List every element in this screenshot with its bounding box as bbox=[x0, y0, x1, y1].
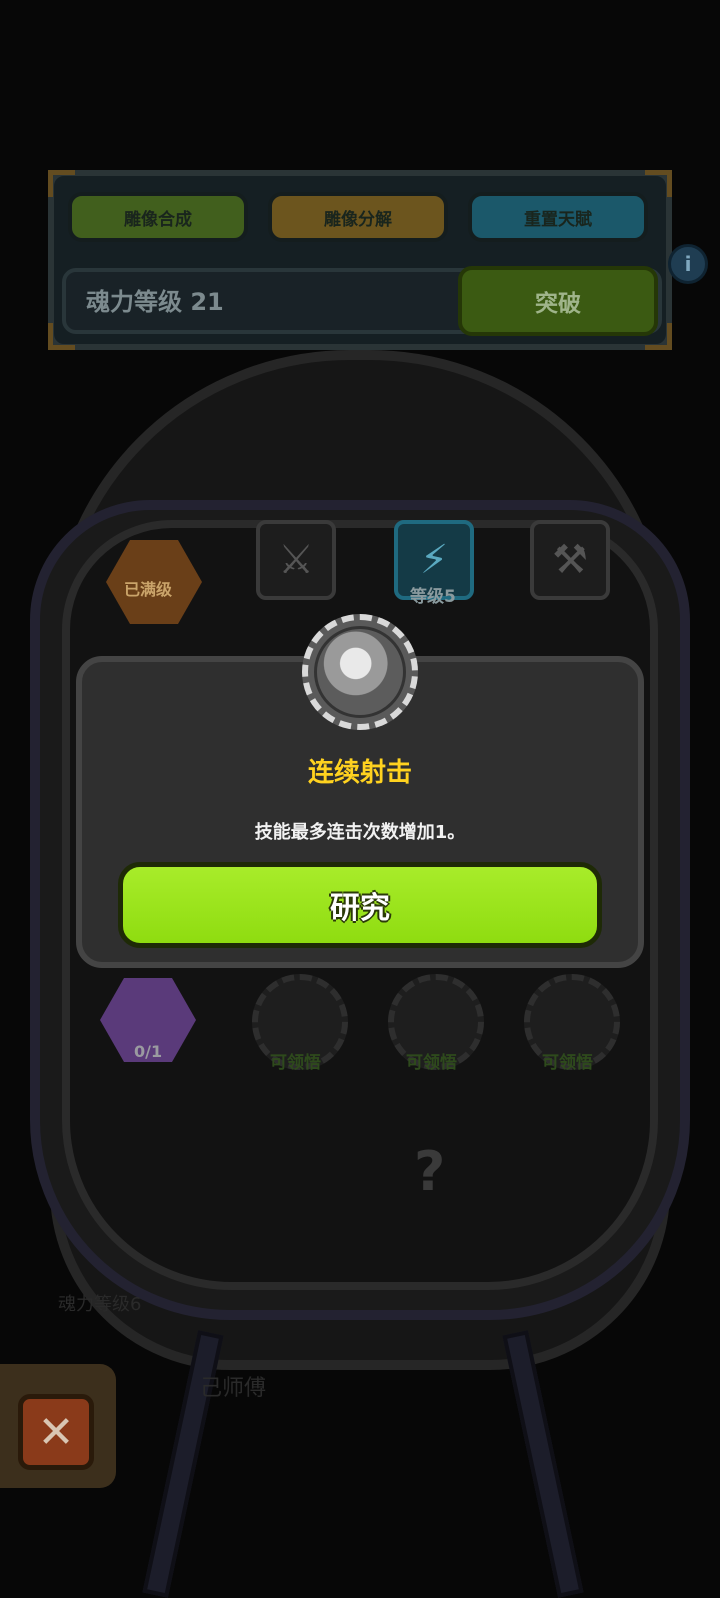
maxed-label: 已满级 bbox=[124, 580, 173, 599]
skill-rune-icon: ⚒ bbox=[552, 537, 588, 583]
skill-description: 技能最多连击次数增加1。 bbox=[254, 822, 466, 843]
statue-decompose-button[interactable]: 雕像分解 bbox=[268, 192, 448, 242]
statue-progress: 0/1 bbox=[134, 1042, 163, 1061]
research-button[interactable]: 研究 bbox=[118, 862, 602, 948]
lightning-icon: ⚡ bbox=[419, 537, 449, 583]
info-icon[interactable]: i bbox=[668, 244, 708, 284]
soul-level-text: 魂力等级 21 bbox=[86, 288, 224, 316]
bg-master-text: 己师傅 bbox=[200, 1376, 267, 1401]
skill-name: 连续射击 bbox=[307, 758, 412, 788]
close-button[interactable]: ✕ bbox=[18, 1394, 94, 1470]
claimable-label-3: 可领悟 bbox=[542, 1053, 593, 1073]
sword-skill-tile[interactable]: ⚔ bbox=[256, 520, 336, 600]
continuous-shot-skill-icon bbox=[302, 614, 418, 730]
robot-leg-right bbox=[502, 1330, 584, 1598]
skill-level-label: 等级5 bbox=[410, 587, 456, 607]
skill-tile-right[interactable]: ⚒ bbox=[530, 520, 610, 600]
sword-icon: ⚔ bbox=[278, 537, 314, 583]
claimable-label-2: 可领悟 bbox=[406, 1053, 457, 1073]
reset-talent-button[interactable]: 重置天賦 bbox=[468, 192, 648, 242]
bg-soul-level-text: 魂力等级6 bbox=[58, 1294, 142, 1315]
close-icon: ✕ bbox=[37, 1406, 75, 1458]
claimable-label-1: 可领悟 bbox=[270, 1053, 321, 1073]
statue-synthesis-button[interactable]: 雕像合成 bbox=[68, 192, 248, 242]
breakthrough-button[interactable]: 突破 bbox=[458, 266, 658, 336]
mystery-node-icon[interactable]: ? bbox=[414, 1140, 445, 1203]
